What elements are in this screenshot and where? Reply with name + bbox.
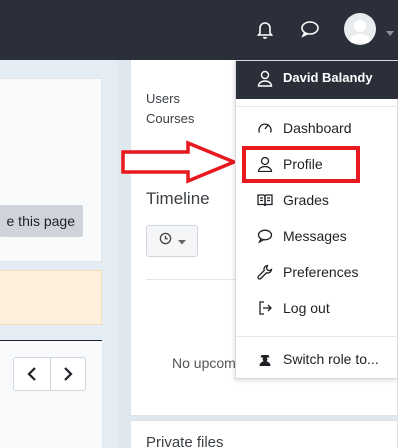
- user-secret-icon: [257, 351, 273, 367]
- gauge-icon: [257, 120, 273, 136]
- top-navbar: [0, 0, 398, 60]
- menu-item-dashboard[interactable]: Dashboard: [236, 111, 398, 147]
- stat-users-label: Users: [146, 91, 180, 106]
- alert-strip: [0, 270, 102, 325]
- chevron-left-icon[interactable]: [14, 358, 50, 390]
- highlight-box-annotation: [242, 146, 360, 183]
- menu-item-label: Grades: [283, 192, 329, 208]
- column-gap: [118, 60, 130, 448]
- menu-item-preferences[interactable]: Preferences: [236, 255, 398, 291]
- red-arrow-annotation: [121, 140, 239, 184]
- timeline-filter-button[interactable]: [146, 225, 198, 257]
- user-menu-header[interactable]: David Balandy: [236, 61, 398, 99]
- chevron-down-icon: [177, 232, 186, 250]
- edit-page-button-label: e this page: [6, 213, 76, 229]
- stat-courses-label: Courses: [146, 111, 195, 126]
- clock-icon: [159, 232, 172, 250]
- menu-item-switch-role[interactable]: Switch role to...: [236, 342, 398, 378]
- private-files-heading: Private files: [146, 434, 224, 448]
- logout-icon: [257, 300, 273, 316]
- user-avatar-icon[interactable]: [344, 13, 376, 45]
- menu-item-logout[interactable]: Log out: [236, 291, 398, 327]
- menu-item-label: Switch role to...: [283, 351, 379, 367]
- menu-item-label: Messages: [283, 228, 347, 244]
- menu-item-label: Preferences: [283, 264, 359, 280]
- menu-item-messages[interactable]: Messages: [236, 219, 398, 255]
- divider: [236, 106, 398, 107]
- user-icon: [257, 70, 273, 92]
- edit-page-button[interactable]: e this page: [0, 205, 83, 237]
- user-menu-dropdown: David Balandy Dashboard Profile Grades M…: [235, 60, 398, 379]
- username: David Balandy: [283, 70, 373, 85]
- timeline-heading: Timeline: [146, 189, 210, 208]
- chevron-right-icon[interactable]: [49, 358, 86, 390]
- speech-bubble-icon[interactable]: [298, 17, 322, 41]
- menu-item-label: Log out: [283, 300, 330, 316]
- divider: [236, 336, 398, 337]
- menu-item-label: Dashboard: [283, 120, 352, 136]
- divider: [146, 279, 246, 280]
- pager: [13, 357, 86, 391]
- bell-icon[interactable]: [253, 17, 277, 41]
- chevron-down-icon[interactable]: [386, 24, 394, 42]
- menu-item-grades[interactable]: Grades: [236, 183, 398, 219]
- grades-book-icon: [257, 192, 273, 208]
- wrench-icon: [257, 264, 273, 280]
- speech-bubble-icon: [257, 228, 273, 244]
